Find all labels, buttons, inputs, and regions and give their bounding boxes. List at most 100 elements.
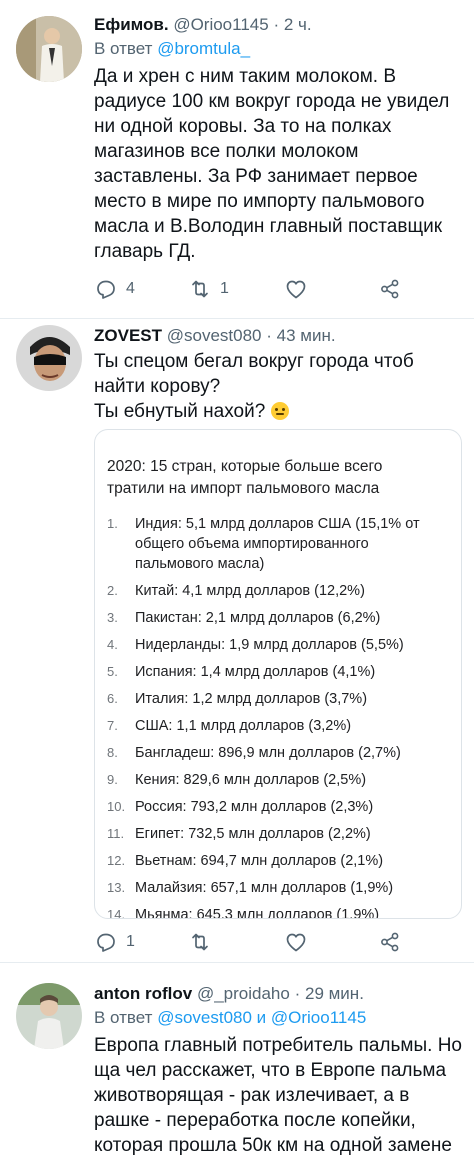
item-text: Испания: 1,4 млрд долларов (4,1%) — [135, 664, 376, 680]
text-line: которая прошла 50к км на одной замене — [94, 1135, 452, 1156]
share-icon — [381, 279, 399, 299]
list-item: 11. Египет: 732,5 млн долларов (2,2%) — [107, 824, 451, 844]
text-line: место в мире по импорту пальмового — [94, 191, 425, 212]
reply-count: 1 — [126, 933, 135, 950]
text-line: главарь ГД. — [94, 241, 196, 262]
avatar[interactable] — [16, 325, 82, 391]
text-line: рашке - переработка после копейки, — [94, 1110, 416, 1131]
heart-icon — [286, 933, 306, 952]
item-text: Италия: 1,2 млрд долларов (3,7%) — [135, 691, 368, 707]
reply-prefix: В ответ — [94, 39, 153, 58]
list-item: 9. Кения: 829,6 млн долларов (2,5%) — [107, 770, 451, 790]
share-icon — [381, 932, 399, 952]
embedded-image-card[interactable]: 2020: 15 стран, которые больше всего тра… — [94, 429, 462, 919]
item-number: 4. — [107, 637, 118, 652]
text-line: магазинов все полки молоком — [94, 141, 359, 162]
reply-to-line: В ответ @sovest080 и @Orioo1145 — [94, 1007, 462, 1029]
reply-icon — [97, 933, 115, 952]
item-line: Индия: 5,1 млрд долларов США (15,1% от — [135, 516, 420, 532]
author-handle[interactable]: @_proidaho — [197, 984, 290, 1003]
item-text: Кения: 829,6 млн долларов (2,5%) — [135, 772, 367, 788]
reply-prefix: В ответ — [94, 1008, 153, 1027]
separator-dot: · — [273, 15, 280, 34]
list-item: 3. Пакистан: 2,1 млрд долларов (6,2%) — [107, 608, 451, 628]
reply-to-link[interactable]: @sovest080 и @Orioo1145 — [157, 1008, 366, 1027]
list-item: 1. Индия: 5,1 млрд долларов США (15,1% от… — [107, 514, 451, 574]
item-number: 9. — [107, 772, 118, 787]
share-button[interactable] — [378, 274, 402, 304]
tweet-content: anton roflov @_proidaho · 29 мин. В отве… — [94, 983, 462, 1158]
item-number: 2. — [107, 583, 118, 598]
list-item: 12. Вьетнам: 694,7 млн долларов (2,1%) — [107, 851, 451, 871]
retweet-icon — [192, 933, 208, 951]
item-text: Египет: 732,5 млн долларов (2,2%) — [135, 826, 371, 842]
tweet-2[interactable]: ZOVEST @sovest080 · 43 мин. Ты спецом бе… — [0, 319, 474, 960]
tweet-3[interactable]: anton roflov @_proidaho · 29 мин. В отве… — [0, 963, 474, 1162]
text-line: заставлены. За РФ занимает первое — [94, 166, 418, 187]
card-title-line: 2020: 15 стран, которые больше всего — [107, 458, 383, 475]
item-line: пальмового масла) — [135, 556, 265, 572]
separator-dot: · — [294, 984, 301, 1003]
retweet-button[interactable] — [188, 927, 212, 957]
list-item: 2. Китай: 4,1 млрд долларов (12,2%) — [107, 581, 451, 601]
retweet-button[interactable]: 1 — [188, 274, 229, 304]
tweet-text: Да и хрен с ним таким молоком. В радиусе… — [94, 64, 462, 264]
tweet-time[interactable]: 43 мин. — [277, 326, 336, 345]
text-line: найти корову? — [94, 376, 221, 397]
list-item: 8. Бангладеш: 896,9 млн долларов (2,7%) — [107, 743, 451, 763]
item-number: 10. — [107, 799, 126, 814]
item-text: Мьянма: 645,3 млн долларов (1,9%) — [135, 907, 380, 919]
tweet-text: Ты спецом бегал вокруг города чтоб найти… — [94, 349, 462, 424]
retweet-count: 1 — [220, 280, 229, 297]
retweet-icon — [192, 280, 208, 298]
tweet-actions: 1 — [94, 927, 424, 957]
item-text: Индия: 5,1 млрд долларов США (15,1% от об… — [135, 514, 420, 574]
item-line: общего объема импортированного — [135, 536, 369, 552]
like-button[interactable] — [284, 274, 308, 304]
item-number: 6. — [107, 691, 118, 706]
reply-button[interactable]: 4 — [94, 274, 135, 304]
text-line: радиусе 100 км вокруг города не увидел — [94, 91, 450, 112]
item-text: Вьетнам: 694,7 млн долларов (2,1%) — [135, 853, 384, 869]
item-text: Нидерланды: 1,9 млрд долларов (5,5%) — [135, 637, 404, 653]
item-number: 11. — [107, 826, 125, 841]
text-line: ща чел расскажет, что в Европе пальма — [94, 1060, 447, 1081]
author-handle[interactable]: @Orioo1145 — [173, 15, 268, 34]
thinking-face-emoji — [270, 402, 289, 420]
item-text: Россия: 793,2 млн долларов (2,3%) — [135, 799, 374, 815]
tweet-1[interactable]: Ефимов. @Orioo1145 · 2 ч. В ответ @bromt… — [0, 0, 474, 320]
reply-to-link[interactable]: @bromtula_ — [157, 39, 250, 58]
tweet-time[interactable]: 29 мин. — [305, 984, 364, 1003]
card-title: 2020: 15 стран, которые больше всего тра… — [95, 456, 461, 500]
item-number: 8. — [107, 745, 118, 760]
tweet-content: ZOVEST @sovest080 · 43 мин. Ты спецом бе… — [94, 325, 462, 424]
author-name[interactable]: Ефимов. — [94, 15, 169, 34]
list-item: 7. США: 1,1 млрд долларов (3,2%) — [107, 716, 451, 736]
text-line: Ты ебнутый нахой? — [94, 399, 462, 424]
avatar[interactable] — [16, 16, 82, 82]
list-item: 10. Россия: 793,2 млн долларов (2,3%) — [107, 797, 451, 817]
item-number: 5. — [107, 664, 118, 679]
item-number: 12. — [107, 853, 126, 868]
author-name[interactable]: ZOVEST — [94, 326, 162, 345]
item-number: 7. — [107, 718, 118, 733]
list-item: 5. Испания: 1,4 млрд долларов (4,1%) — [107, 662, 451, 682]
share-button[interactable] — [378, 927, 402, 957]
author-handle[interactable]: @sovest080 — [167, 326, 262, 345]
author-name[interactable]: anton roflov — [94, 984, 192, 1003]
reply-button[interactable]: 1 — [94, 927, 135, 957]
text-line-content: Ты ебнутый нахой? — [94, 401, 266, 422]
item-text: Китай: 4,1 млрд долларов (12,2%) — [135, 583, 365, 599]
like-button[interactable] — [284, 927, 308, 957]
reply-to-line: В ответ @bromtula_ — [94, 38, 462, 60]
avatar[interactable] — [16, 983, 82, 1049]
text-line: Да и хрен с ним таким молоком. В — [94, 66, 397, 87]
separator-dot: · — [266, 326, 272, 345]
tweet-header: Ефимов. @Orioo1145 · 2 ч. — [94, 14, 462, 36]
reply-count: 4 — [126, 280, 135, 297]
heart-icon — [286, 280, 306, 299]
list-item: 13. Малайзия: 657,1 млн долларов (1,9%) — [107, 878, 451, 898]
item-number: 3. — [107, 610, 118, 625]
tweet-time[interactable]: 2 ч. — [284, 15, 312, 34]
reply-icon — [97, 280, 115, 299]
